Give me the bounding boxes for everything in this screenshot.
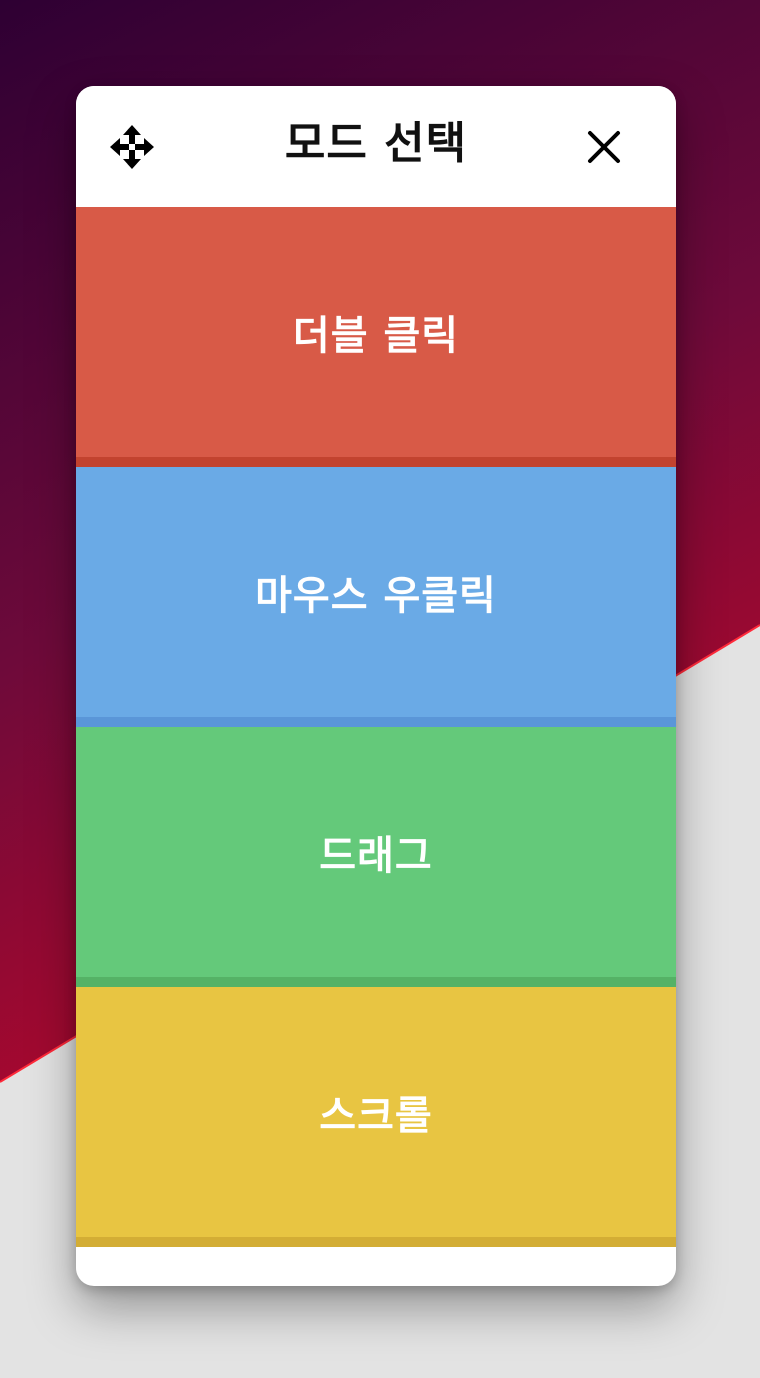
mode-label: 드래그 [319,833,433,879]
right-click-mode-button[interactable]: 마우스 우클릭 [76,467,676,727]
mode-label: 마우스 우클릭 [255,573,497,619]
mode-label: 더블 클릭 [292,313,460,359]
mode-select-panel: 모드 선택 더블 클릭 마우스 우클릭 드래그 스크롤 [76,86,676,1286]
drag-mode-button[interactable]: 드래그 [76,727,676,987]
close-icon[interactable] [584,127,624,167]
double-click-mode-button[interactable]: 더블 클릭 [76,207,676,467]
scroll-mode-button[interactable]: 스크롤 [76,987,676,1247]
mode-label: 스크롤 [319,1093,433,1139]
panel-header: 모드 선택 [76,86,676,207]
